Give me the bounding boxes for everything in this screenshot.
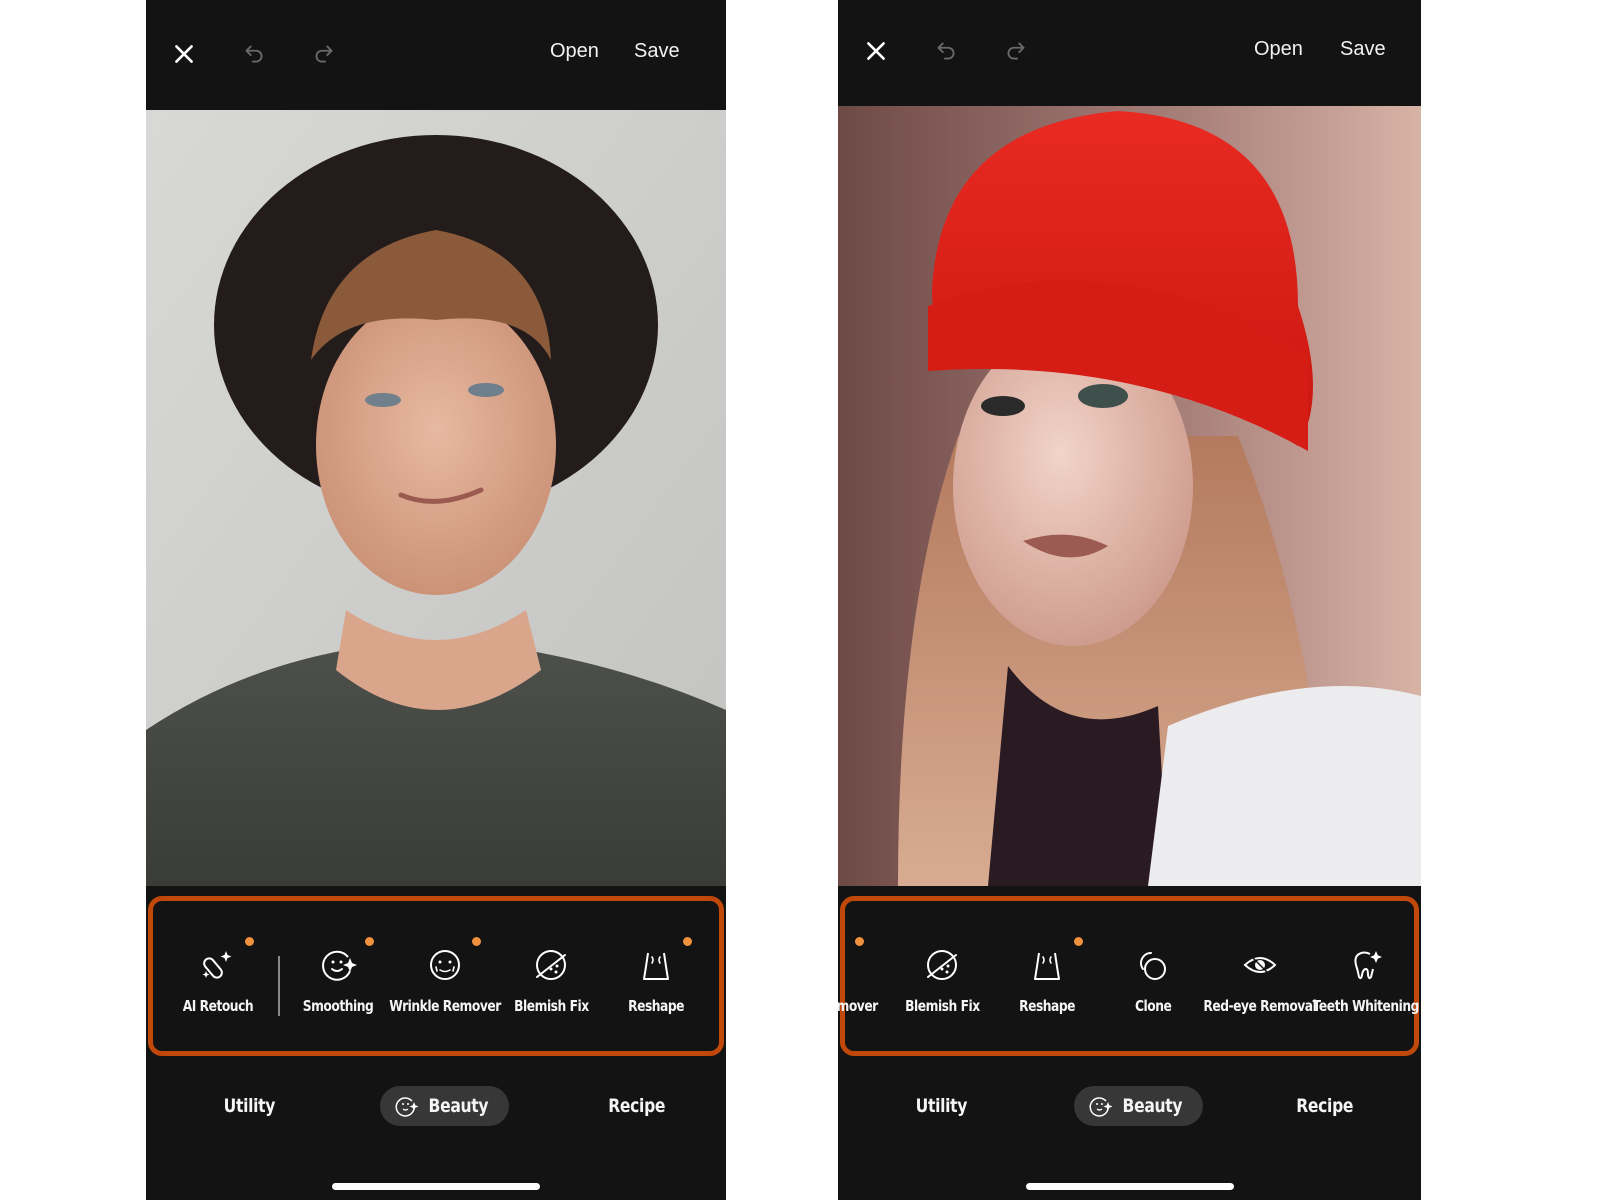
undo-icon — [245, 45, 263, 63]
tab-utility[interactable]: Utility — [218, 1086, 281, 1126]
undo-button[interactable] — [236, 36, 272, 72]
home-indicator — [1025, 1183, 1234, 1190]
close-button[interactable] — [858, 33, 894, 69]
teeth-whitening-icon — [1354, 951, 1382, 980]
tool-smoothing[interactable]: Smoothing — [283, 935, 393, 1035]
tool-label: Smoothing — [302, 997, 374, 1015]
save-button[interactable]: Save — [1340, 38, 1386, 61]
tool-label: Red-eye Removal — [1203, 997, 1317, 1015]
new-indicator-dot — [245, 937, 254, 946]
tool-reshape[interactable]: Reshape — [992, 935, 1102, 1035]
save-button[interactable]: Save — [634, 40, 680, 63]
tool-label: Reshape — [628, 997, 684, 1015]
tool-label: Blemish Fix — [513, 997, 589, 1015]
tab-recipe[interactable]: Recipe — [1290, 1086, 1359, 1126]
close-icon — [867, 42, 885, 60]
tool-divider — [278, 956, 280, 1016]
close-button[interactable] — [166, 36, 202, 72]
new-indicator-dot — [365, 937, 374, 946]
new-indicator-dot — [683, 937, 692, 946]
new-indicator-dot — [472, 937, 481, 946]
redo-button[interactable] — [306, 36, 342, 72]
tool-label: Blemish Fix — [904, 997, 980, 1015]
blemish-fix-icon — [927, 950, 957, 980]
tool-label: Teeth Whitening — [1312, 997, 1420, 1015]
reshape-icon — [1034, 952, 1060, 980]
tool-ai-retouch[interactable]: AI Retouch — [163, 935, 273, 1035]
phone-screen-left: Open Save AI Retouch Smoothing Wrinkle R… — [146, 0, 726, 1200]
tab-beauty[interactable]: Beauty — [1074, 1086, 1203, 1126]
tool-blemish-fix[interactable]: Blemish Fix — [887, 935, 997, 1035]
tool-wrinkle-remover[interactable]: Wrinkle Remover — [389, 935, 501, 1035]
home-indicator — [332, 1183, 540, 1190]
tab-beauty[interactable]: Beauty — [380, 1086, 509, 1126]
tool-label: Reshape — [1019, 997, 1075, 1015]
tool-reshape[interactable]: Reshape — [601, 935, 711, 1035]
beauty-tools-strip: AI Retouch Smoothing Wrinkle Remover Ble… — [148, 896, 724, 1056]
tool-wrinkle-remover-partial[interactable]: mover — [838, 935, 885, 1035]
tool-label: mover — [838, 997, 878, 1015]
ai-retouch-icon — [202, 951, 232, 979]
new-indicator-dot — [855, 937, 864, 946]
portrait-man-photo — [146, 110, 726, 886]
tool-clone[interactable]: Clone — [1098, 935, 1208, 1035]
tool-label: AI Retouch — [182, 997, 254, 1015]
tab-utility[interactable]: Utility — [910, 1086, 973, 1126]
undo-button[interactable] — [928, 33, 964, 69]
red-eye-icon — [1243, 956, 1277, 974]
portrait-woman-photo — [838, 106, 1421, 886]
new-indicator-dot — [1074, 937, 1083, 946]
clone-icon — [1140, 952, 1166, 980]
smoothing-icon — [322, 950, 357, 981]
phone-screen-right: Open Save mover Blemish Fix Reshape Clon… — [838, 0, 1421, 1200]
tool-label: Clone — [1134, 997, 1172, 1015]
open-button[interactable]: Open — [1254, 38, 1303, 61]
tool-red-eye-removal[interactable]: Red-eye Removal — [1203, 935, 1317, 1035]
photo-canvas[interactable] — [146, 110, 726, 886]
blemish-fix-icon — [536, 950, 566, 980]
tool-label: Wrinkle Remover — [389, 997, 501, 1015]
beauty-face-icon — [395, 1097, 418, 1117]
tool-blemish-fix[interactable]: Blemish Fix — [496, 935, 606, 1035]
photo-canvas[interactable] — [838, 106, 1421, 886]
tab-recipe[interactable]: Recipe — [602, 1086, 671, 1126]
top-bar: Open Save — [146, 0, 726, 110]
open-button[interactable]: Open — [550, 40, 599, 63]
redo-icon — [315, 45, 333, 63]
reshape-icon — [643, 952, 669, 980]
top-bar: Open Save — [838, 0, 1421, 110]
undo-icon — [937, 42, 955, 60]
category-tab-bar: Utility Beauty Recipe — [838, 1080, 1421, 1130]
close-icon — [175, 45, 193, 63]
tool-teeth-whitening[interactable]: Teeth Whitening — [1311, 935, 1421, 1035]
wrinkle-remover-icon — [430, 950, 460, 980]
beauty-face-icon — [1089, 1097, 1112, 1117]
category-tab-bar: Utility Beauty Recipe — [146, 1080, 726, 1130]
redo-button[interactable] — [998, 33, 1034, 69]
beauty-tools-strip: mover Blemish Fix Reshape Clone Red-eye … — [838, 896, 1421, 1056]
redo-icon — [1007, 42, 1025, 60]
